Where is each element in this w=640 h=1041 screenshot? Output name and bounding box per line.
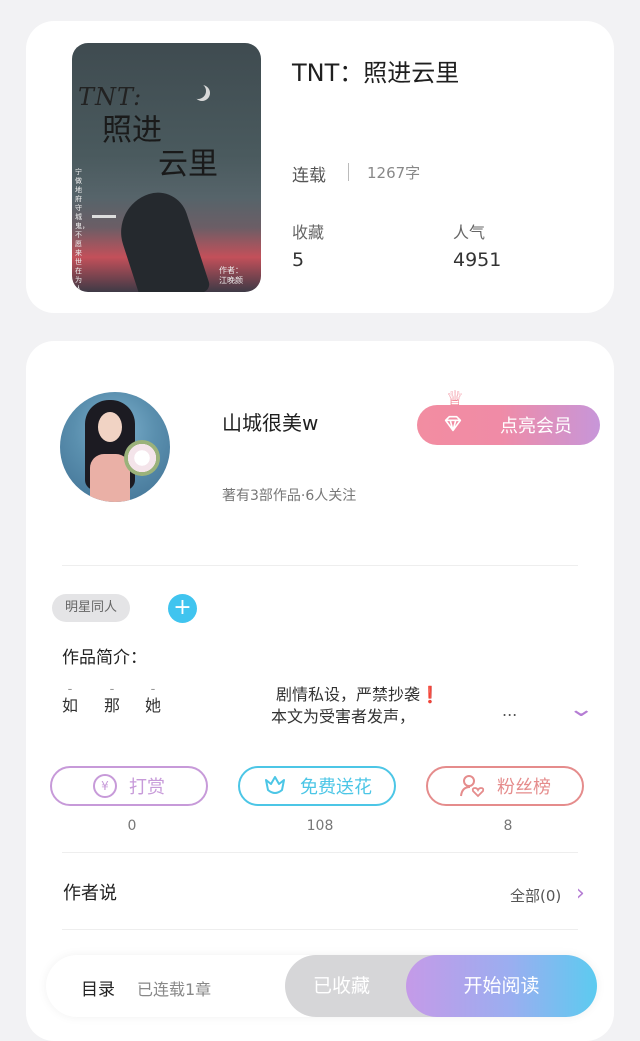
diamond-icon bbox=[444, 415, 462, 432]
chevron-right-icon[interactable]: › bbox=[576, 881, 585, 906]
table-of-contents-button[interactable]: 目录 bbox=[81, 975, 115, 1000]
moon-icon bbox=[190, 83, 206, 99]
bottom-action-bar: 目录 已连载1章 已收藏 开始阅读 bbox=[46, 955, 597, 1017]
intro-char: - 那 bbox=[104, 682, 121, 715]
serial-status: 连载 bbox=[292, 166, 326, 186]
status-divider bbox=[348, 163, 349, 181]
cover-side-text: 宁做地府守城鬼，不愿来世在为人 bbox=[75, 168, 89, 292]
author-meta: 著有3部作品·6人关注 bbox=[222, 488, 357, 504]
author-avatar[interactable] bbox=[60, 392, 170, 502]
cover-author: 作者： 江晚颜 bbox=[219, 266, 243, 285]
fan-count: 8 bbox=[503, 818, 513, 834]
fan-icon bbox=[460, 775, 485, 798]
divider bbox=[62, 852, 578, 853]
intro-line-2: 本文为受害者发声， bbox=[271, 707, 416, 726]
flower-count: 108 bbox=[306, 818, 334, 834]
author-say-heading: 作者说 bbox=[63, 883, 117, 904]
cover-title-line2: 云里 bbox=[158, 147, 218, 182]
author-name[interactable]: 山城很美w bbox=[222, 407, 318, 436]
popularity-label: 人气 bbox=[453, 223, 486, 242]
author-detail-card: 山城很美w 著有3部作品·6人关注 ♕ 点亮会员 明星同人 + 作品简介： - … bbox=[26, 341, 614, 1041]
all-comments-link[interactable]: 全部(0) bbox=[510, 885, 561, 906]
flower-icon bbox=[265, 776, 285, 794]
genre-tag[interactable]: 明星同人 bbox=[52, 594, 131, 622]
vip-button-label: 点亮会员 bbox=[500, 416, 572, 437]
avatar-flowers bbox=[124, 440, 160, 476]
avatar-face bbox=[98, 412, 122, 442]
tip-button[interactable]: ¥ 打赏 bbox=[50, 766, 208, 806]
word-count: 1267字 bbox=[367, 164, 421, 182]
divider bbox=[62, 565, 578, 566]
yen-icon: ¥ bbox=[93, 774, 117, 798]
chevron-down-icon[interactable]: ⌄ bbox=[567, 697, 595, 722]
chapter-status: 已连载1章 bbox=[137, 980, 212, 999]
cover-title-line1: 照进 bbox=[102, 113, 162, 148]
fan-ranking-button[interactable]: 粉丝榜 bbox=[426, 766, 584, 806]
popularity-value: 4951 bbox=[453, 249, 502, 271]
favorites-value: 5 bbox=[292, 249, 305, 271]
book-cover-image[interactable]: TNT: 照进 云里 宁做地府守城鬼，不愿来世在为人 作者： 江晚颜 bbox=[72, 43, 261, 292]
intro-char: - 她 bbox=[145, 682, 162, 715]
intro-line-1: 剧情私设，严禁抄袭❗ bbox=[276, 685, 440, 704]
cover-dash bbox=[92, 215, 116, 218]
start-reading-button[interactable]: 开始阅读 bbox=[406, 955, 597, 1017]
intro-heading: 作品简介： bbox=[62, 648, 147, 668]
favorites-label: 收藏 bbox=[292, 223, 325, 242]
add-tag-button[interactable]: + bbox=[168, 594, 197, 623]
divider bbox=[62, 929, 578, 930]
intro-ellipsis: ... bbox=[502, 701, 518, 720]
tip-count: 0 bbox=[127, 818, 137, 834]
intro-char: - 如 bbox=[62, 682, 79, 715]
book-title: TNT：照进云里 bbox=[292, 59, 460, 87]
book-info-card: TNT: 照进 云里 宁做地府守城鬼，不愿来世在为人 作者： 江晚颜 TNT：照… bbox=[26, 21, 614, 313]
send-flower-button[interactable]: 免费送花 bbox=[238, 766, 396, 806]
cover-hand-silhouette bbox=[110, 184, 212, 292]
